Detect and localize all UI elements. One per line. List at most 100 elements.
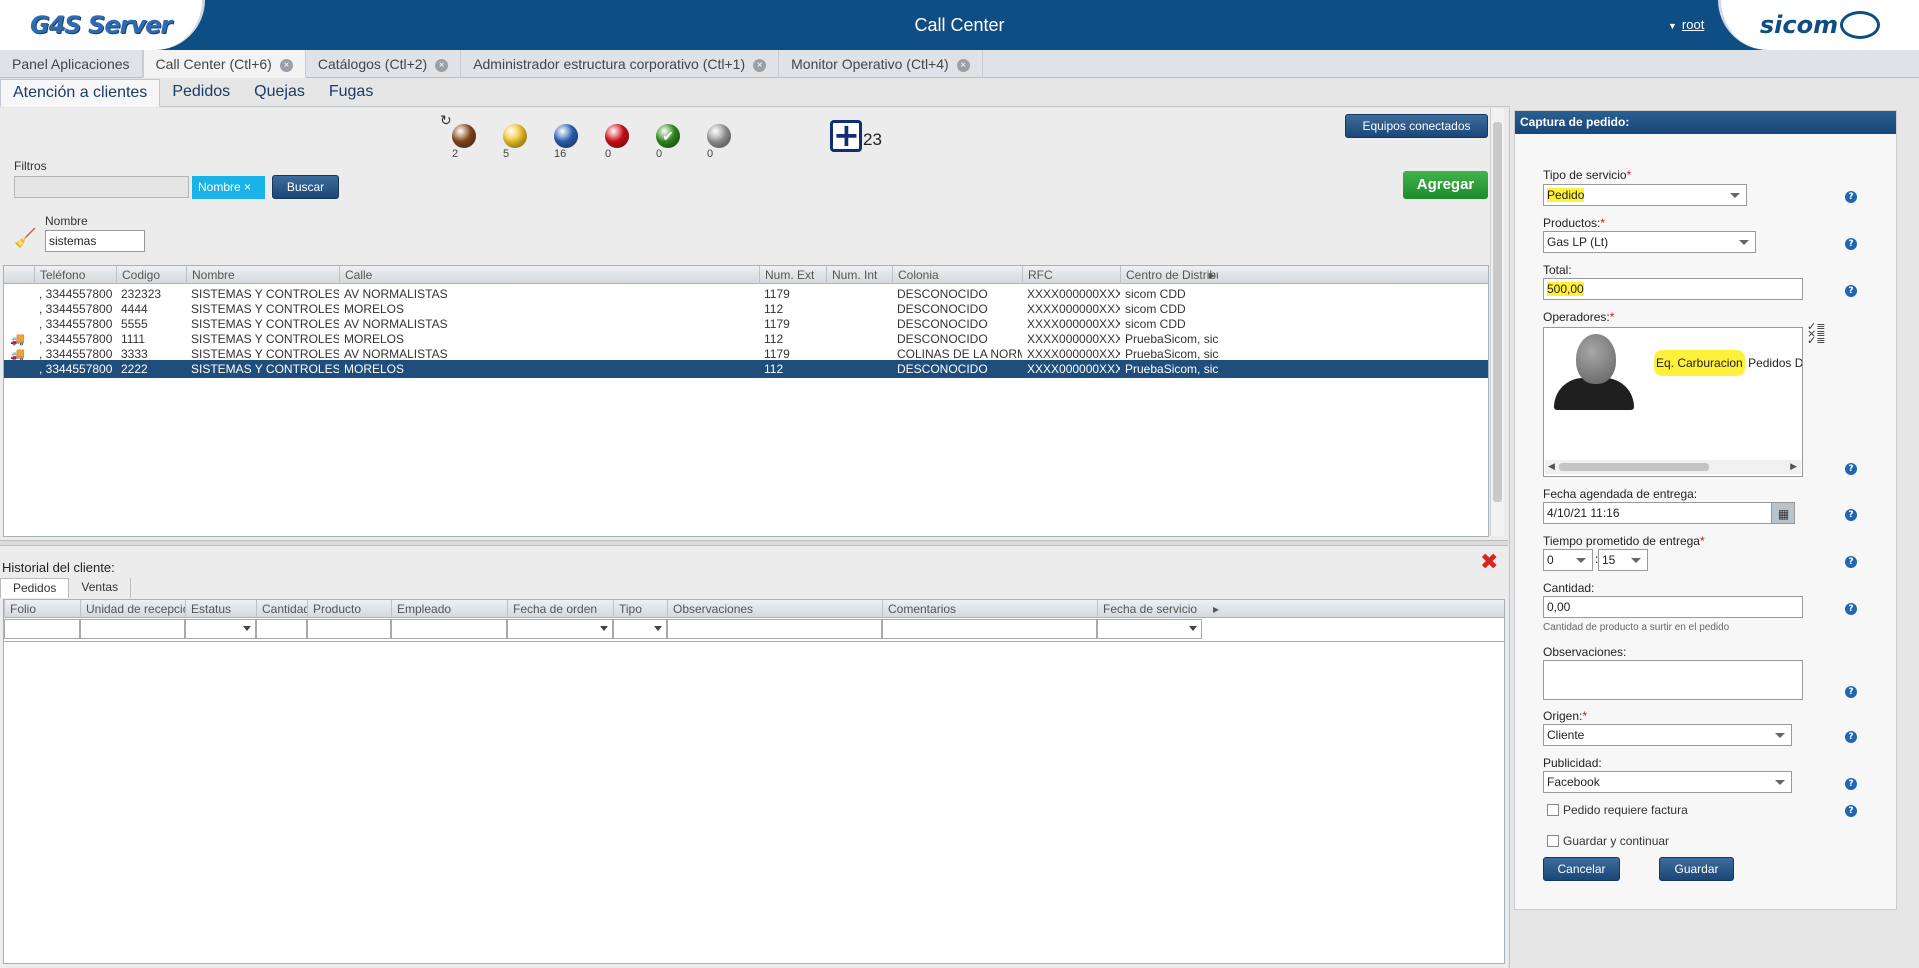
help-icon[interactable]: ? <box>1845 731 1857 743</box>
scroll-thumb[interactable] <box>1493 122 1502 502</box>
help-icon[interactable]: ? <box>1845 285 1857 297</box>
column-header[interactable]: Colonia <box>892 266 1022 284</box>
name-input[interactable]: sistemas <box>45 230 145 252</box>
column-header[interactable]: Estatus <box>185 600 256 618</box>
add-plus-icon[interactable]: + <box>830 119 862 152</box>
help-icon[interactable]: ? <box>1845 686 1857 698</box>
column-scroll-arrow-icon[interactable]: ▸ <box>1204 266 1218 284</box>
help-icon[interactable]: ? <box>1845 805 1857 817</box>
column-filter-input[interactable] <box>507 619 613 639</box>
main-tab[interactable]: Call Center (Ctl+6) × <box>142 50 306 78</box>
help-icon[interactable]: ? <box>1845 603 1857 615</box>
column-filter-input[interactable] <box>307 619 391 639</box>
promised-minutes-select[interactable]: 15 <box>1598 549 1648 571</box>
cancel-button[interactable]: Cancelar <box>1543 857 1620 881</box>
column-header[interactable]: RFC <box>1022 266 1120 284</box>
history-tab[interactable]: Ventas <box>69 578 132 598</box>
filters-input[interactable] <box>14 176 189 198</box>
column-filter-input[interactable] <box>667 619 882 639</box>
sub-tab[interactable]: Quejas <box>242 79 317 107</box>
column-header[interactable]: Calle <box>339 266 759 284</box>
sub-tab[interactable]: Fugas <box>317 79 385 107</box>
column-header[interactable]: Unidad de recepción <box>80 600 185 618</box>
column-filter-input[interactable] <box>1097 619 1202 639</box>
column-header[interactable]: Codigo <box>116 266 186 284</box>
name-filter-chip[interactable]: Nombre × <box>192 176 265 199</box>
origin-select[interactable]: Cliente <box>1543 724 1792 746</box>
search-button[interactable]: Buscar <box>272 175 339 199</box>
status-counter[interactable]: ✔0 <box>656 124 684 160</box>
help-icon[interactable]: ? <box>1845 509 1857 521</box>
promised-hours-select[interactable]: 0 <box>1543 549 1593 571</box>
sub-tab[interactable]: Atención a clientes <box>0 79 161 107</box>
history-tab[interactable]: Pedidos <box>0 578 70 598</box>
help-icon[interactable]: ? <box>1845 191 1857 203</box>
vertical-scrollbar[interactable] <box>1490 108 1504 536</box>
sub-tab[interactable]: Pedidos <box>160 79 242 107</box>
close-tab-icon[interactable]: × <box>753 59 767 72</box>
column-header[interactable]: Fecha de orden <box>507 600 613 618</box>
column-filter-input[interactable] <box>882 619 1097 639</box>
invoice-checkbox[interactable]: Pedido requiere factura <box>1547 803 1688 817</box>
help-icon[interactable]: ? <box>1845 556 1857 568</box>
publicity-select[interactable]: Facebook <box>1543 771 1792 793</box>
column-header[interactable]: Folio <box>4 600 80 618</box>
panel-splitter[interactable] <box>0 540 1508 546</box>
checkbox-box[interactable] <box>1547 804 1559 816</box>
column-header[interactable]: Cantidad <box>256 600 307 618</box>
products-select[interactable]: Gas LP (Lt) <box>1543 231 1756 253</box>
checkbox-box[interactable] <box>1547 835 1559 847</box>
column-filter-input[interactable] <box>4 619 80 639</box>
scroll-thumb[interactable] <box>1559 463 1709 471</box>
main-tab[interactable]: Monitor Operativo (Ctl+4) × <box>779 50 983 78</box>
user-menu[interactable]: ▼ root <box>1668 17 1704 32</box>
help-icon[interactable]: ? <box>1845 238 1857 250</box>
status-counter[interactable]: 0 <box>707 124 735 160</box>
column-header[interactable]: Observaciones <box>667 600 882 618</box>
column-header[interactable]: Empleado <box>391 600 507 618</box>
connected-devices-button[interactable]: Equipos conectados <box>1345 114 1488 138</box>
column-filter-input[interactable] <box>613 619 667 639</box>
main-tab[interactable]: Administrador estructura corporativo (Ct… <box>461 50 780 78</box>
column-header[interactable]: Producto <box>307 600 391 618</box>
status-counter[interactable]: 16 <box>554 124 582 160</box>
main-tab[interactable]: Catálogos (Ctl+2) × <box>306 50 462 78</box>
save-continue-checkbox[interactable]: Guardar y continuar <box>1547 834 1669 848</box>
broom-icon[interactable]: 🧹 <box>14 228 36 249</box>
column-filter-input[interactable] <box>256 619 307 639</box>
help-icon[interactable]: ? <box>1845 778 1857 790</box>
column-header[interactable]: Comentarios <box>882 600 1097 618</box>
quantity-input[interactable]: 0,00 <box>1543 596 1803 618</box>
column-header[interactable]: Nombre <box>186 266 339 284</box>
save-button[interactable]: Guardar <box>1659 857 1734 881</box>
help-icon[interactable]: ? <box>1845 463 1857 475</box>
add-button[interactable]: Agregar <box>1403 171 1488 199</box>
horizontal-scrollbar[interactable]: ◀ ▶ <box>1545 460 1801 474</box>
status-counter[interactable]: 2 <box>452 124 480 160</box>
close-tab-icon[interactable]: × <box>279 59 293 72</box>
total-input[interactable]: 500,00 <box>1543 278 1803 300</box>
column-filter-input[interactable] <box>391 619 507 639</box>
column-header[interactable]: Num. Int <box>826 266 892 284</box>
service-type-select[interactable]: Pedido <box>1543 184 1747 206</box>
close-tab-icon[interactable]: × <box>956 59 970 72</box>
column-filter-input[interactable] <box>80 619 185 639</box>
close-tab-icon[interactable]: × <box>435 59 449 72</box>
column-scroll-arrow-icon[interactable]: ▸ <box>1208 600 1222 618</box>
checklist-icon[interactable]: ✓≡ ×≡ ✓≡ <box>1807 321 1825 346</box>
scheduled-date-input[interactable]: 4/10/21 11:16 ▦ <box>1543 502 1795 524</box>
column-header[interactable]: Fecha de servicio <box>1097 600 1202 618</box>
operators-list[interactable]: Eq. Carburacion Pedidos D ◀ ▶ <box>1543 327 1803 477</box>
table-row[interactable]: , 3344557800 2222 SISTEMAS Y CONTROLES MIN… <box>4 360 1488 378</box>
column-header[interactable]: Num. Ext <box>759 266 826 284</box>
arrow-right-icon[interactable]: ▶ <box>1790 462 1797 472</box>
refresh-icon[interactable]: ↻ <box>440 113 452 129</box>
main-tab[interactable]: Panel Aplicaciones <box>0 50 143 78</box>
observations-textarea[interactable] <box>1543 660 1803 700</box>
user-name[interactable]: root <box>1682 17 1704 32</box>
column-header[interactable]: Teléfono <box>34 266 116 284</box>
calendar-icon[interactable]: ▦ <box>1771 503 1794 523</box>
arrow-left-icon[interactable]: ◀ <box>1548 462 1555 472</box>
column-header[interactable]: Tipo <box>613 600 667 618</box>
status-counter[interactable]: 5 <box>503 124 531 160</box>
